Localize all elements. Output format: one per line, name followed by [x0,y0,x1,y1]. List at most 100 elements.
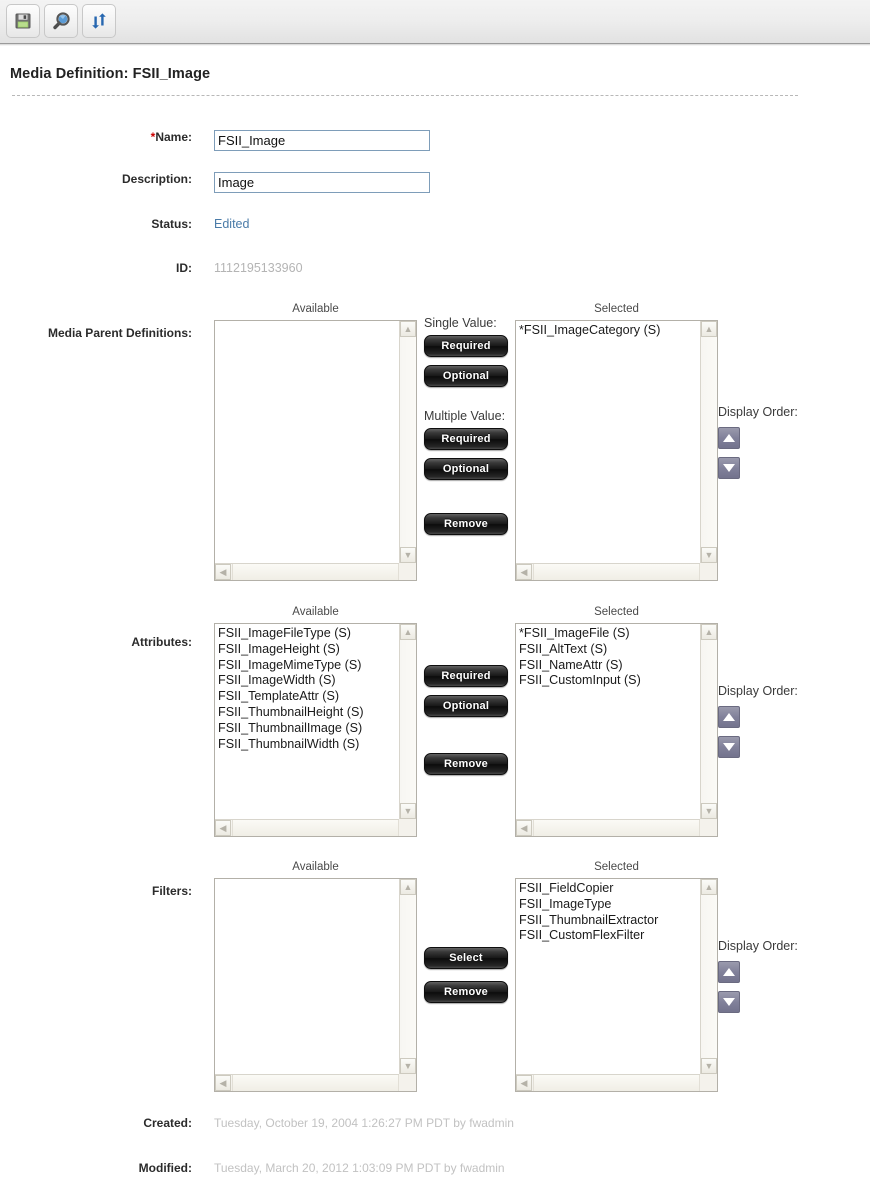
hscroll-track[interactable] [232,1075,399,1091]
filters-available-listbox[interactable]: ▲ ▼ ◀ ▶ [214,878,417,1092]
filters-select-button[interactable]: Select [424,947,508,969]
list-item[interactable]: FSII_ImageMimeType (S) [218,658,399,674]
scroll-left-icon[interactable]: ◀ [516,820,532,836]
filters-move-down-button[interactable] [718,991,740,1013]
horizontal-scrollbar[interactable]: ◀ ▶ [215,1074,416,1091]
list-item[interactable]: FSII_AltText (S) [519,642,700,658]
scroll-down-icon[interactable]: ▼ [400,547,416,563]
scroll-left-glyph: ◀ [520,1077,528,1088]
status-value: Edited [214,217,250,231]
list-item[interactable]: FSII_FieldCopier [519,881,700,897]
scroll-up-icon[interactable]: ▲ [701,879,717,895]
mpd-label-row: Media Parent Definitions: [0,326,192,340]
mpd-display-order: Display Order: [718,405,798,487]
mpd-selected-caption: Selected [594,303,639,315]
scroll-down-icon[interactable]: ▼ [701,547,717,563]
list-item[interactable]: FSII_NameAttr (S) [519,658,700,674]
mpd-multi-required-button[interactable]: Required [424,428,508,450]
modified-row: Modified: Tuesday, March 20, 2012 1:03:0… [0,1161,505,1176]
list-item[interactable]: *FSII_ImageCategory (S) [519,323,700,339]
attributes-optional-button[interactable]: Optional [424,695,508,717]
refresh-button[interactable] [82,4,116,38]
description-input[interactable] [214,172,430,193]
scrollbar-corner [700,563,717,580]
scroll-left-icon[interactable]: ◀ [215,820,231,836]
scroll-down-icon[interactable]: ▼ [400,803,416,819]
mpd-single-required-button[interactable]: Required [424,335,508,357]
mpd-available-items [215,321,399,563]
list-item[interactable]: FSII_CustomFlexFilter [519,928,700,944]
mpd-multi-optional-button[interactable]: Optional [424,458,508,480]
attributes-required-button[interactable]: Required [424,665,508,687]
list-item[interactable]: *FSII_ImageFile (S) [519,626,700,642]
list-item[interactable]: FSII_ThumbnailWidth (S) [218,737,399,753]
scroll-up-glyph: ▲ [403,323,413,334]
mpd-single-optional-button[interactable]: Optional [424,365,508,387]
vertical-scrollbar[interactable]: ▲ ▼ [700,624,717,819]
attributes-selected-column: Selected *FSII_ImageFile (S) FSII_AltText… [515,606,718,837]
list-item[interactable]: FSII_ThumbnailImage (S) [218,721,399,737]
hscroll-track[interactable] [232,820,399,836]
horizontal-scrollbar[interactable]: ◀ ▶ [215,819,416,836]
mpd-move-down-button[interactable] [718,457,740,479]
scroll-left-icon[interactable]: ◀ [516,1075,532,1091]
scroll-down-icon[interactable]: ▼ [400,1058,416,1074]
save-button[interactable] [6,4,40,38]
scrollbar-corner [399,563,416,580]
mpd-move-up-button[interactable] [718,427,740,449]
media-parent-definitions-label: Media Parent Definitions: [47,326,192,340]
scroll-up-icon[interactable]: ▲ [701,321,717,337]
display-order-label: Display Order: [718,939,798,953]
attributes-remove-button[interactable]: Remove [424,753,508,775]
list-item[interactable]: FSII_ImageWidth (S) [218,673,399,689]
scroll-down-icon[interactable]: ▼ [701,1058,717,1074]
filters-remove-button[interactable]: Remove [424,981,508,1003]
description-label: Description: [121,172,192,186]
description-row: Description: [0,172,430,193]
vertical-scrollbar[interactable]: ▲ ▼ [700,879,717,1074]
arrow-down-icon [723,998,735,1006]
horizontal-scrollbar[interactable]: ◀ ▶ [215,563,416,580]
hscroll-track[interactable] [232,564,399,580]
vertical-scrollbar[interactable]: ▲ ▼ [399,624,416,819]
scroll-up-icon[interactable]: ▲ [400,624,416,640]
scroll-down-icon[interactable]: ▼ [701,803,717,819]
list-item[interactable]: FSII_ThumbnailExtractor [519,913,700,929]
list-item[interactable]: FSII_ImageHeight (S) [218,642,399,658]
hscroll-track[interactable] [533,1075,700,1091]
vertical-scrollbar[interactable]: ▲ ▼ [399,321,416,563]
mpd-available-listbox[interactable]: ▲ ▼ ◀ ▶ [214,320,417,581]
hscroll-track[interactable] [533,564,700,580]
filters-available-column: Available ▲ ▼ ◀ ▶ [214,861,417,1092]
name-input[interactable] [214,130,430,151]
scroll-up-icon[interactable]: ▲ [400,321,416,337]
scroll-left-icon[interactable]: ◀ [215,564,231,580]
vertical-scrollbar[interactable]: ▲ ▼ [700,321,717,563]
list-item[interactable]: FSII_ImageType [519,897,700,913]
horizontal-scrollbar[interactable]: ◀ ▶ [516,1074,717,1091]
attributes-selected-caption: Selected [594,606,639,618]
horizontal-scrollbar[interactable]: ◀ ▶ [516,819,717,836]
horizontal-scrollbar[interactable]: ◀ ▶ [516,563,717,580]
id-value: 1112195133960 [214,261,303,275]
inspect-button[interactable] [44,4,78,38]
scroll-left-glyph: ◀ [219,566,227,577]
mpd-selected-listbox[interactable]: *FSII_ImageCategory (S) ▲ ▼ ◀ ▶ [515,320,718,581]
attributes-available-listbox[interactable]: FSII_ImageFileType (S) FSII_ImageHeight (… [214,623,417,837]
hscroll-track[interactable] [533,820,700,836]
filters-selected-listbox[interactable]: FSII_FieldCopier FSII_ImageType FSII_Thumb… [515,878,718,1092]
mpd-remove-button[interactable]: Remove [424,513,508,535]
scroll-left-icon[interactable]: ◀ [215,1075,231,1091]
attributes-selected-listbox[interactable]: *FSII_ImageFile (S) FSII_AltText (S) FSII_… [515,623,718,837]
list-item[interactable]: FSII_TemplateAttr (S) [218,689,399,705]
list-item[interactable]: FSII_ImageFileType (S) [218,626,399,642]
list-item[interactable]: FSII_CustomInput (S) [519,673,700,689]
attributes-move-up-button[interactable] [718,706,740,728]
filters-move-up-button[interactable] [718,961,740,983]
attributes-move-down-button[interactable] [718,736,740,758]
scroll-left-icon[interactable]: ◀ [516,564,532,580]
vertical-scrollbar[interactable]: ▲ ▼ [399,879,416,1074]
scroll-up-icon[interactable]: ▲ [400,879,416,895]
scroll-up-icon[interactable]: ▲ [701,624,717,640]
list-item[interactable]: FSII_ThumbnailHeight (S) [218,705,399,721]
